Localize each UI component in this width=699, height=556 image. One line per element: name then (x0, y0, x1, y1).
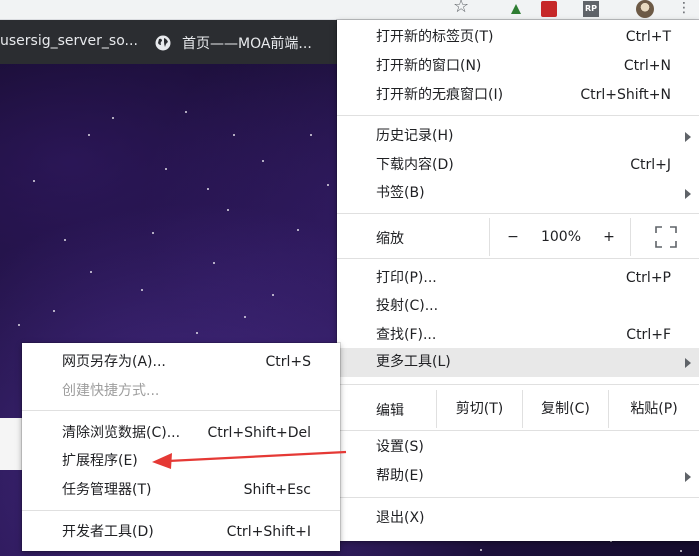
menu-item-label: 任务管理器(T) (62, 482, 152, 498)
menu-item-label: 创建快捷方式... (62, 383, 160, 399)
zoom-label: 缩放 (376, 231, 404, 247)
copy-button[interactable]: 复制(C) (522, 390, 608, 428)
paste-button[interactable]: 粘贴(P) (608, 390, 699, 428)
extension-icon[interactable] (508, 1, 524, 17)
submenu-arrow-icon (685, 472, 691, 482)
menu-item-label: 历史记录(H) (376, 128, 454, 144)
menu-item-shortcut: Ctrl+Shift+I (226, 524, 311, 540)
zoom-in-button[interactable]: + (586, 218, 632, 256)
menu-item-developer-tools[interactable]: 开发者工具(D) Ctrl+Shift+I (22, 518, 340, 547)
menu-zoom-row: 缩放 − 100% + (337, 218, 699, 256)
menu-item-label: 更多工具(L) (376, 354, 451, 370)
menu-item-label: 帮助(E) (376, 468, 424, 484)
menu-item-more-tools[interactable]: 更多工具(L) (337, 348, 699, 377)
menu-item-shortcut: Ctrl+J (630, 157, 671, 173)
menu-item-shortcut: Ctrl+N (623, 58, 671, 74)
bookmark-item[interactable]: usersig_server_so... (0, 33, 138, 49)
menu-item-help[interactable]: 帮助(E) (337, 462, 699, 491)
menu-item-label: 打开新的窗口(N) (376, 58, 482, 74)
menu-item-label: 下载内容(D) (376, 157, 454, 173)
menu-item-shortcut: Ctrl+F (626, 327, 671, 343)
cut-button[interactable]: 剪切(T) (436, 390, 522, 428)
menu-item-find[interactable]: 查找(F)... Ctrl+F (337, 321, 699, 350)
extension-icon[interactable] (541, 1, 557, 17)
menu-separator (337, 430, 699, 431)
menu-item-label: 投射(C)... (376, 298, 439, 314)
edit-label: 编辑 (376, 403, 404, 419)
menu-edit-row: 编辑 剪切(T) 复制(C) 粘贴(P) (337, 390, 699, 428)
menu-item-create-shortcut: 创建快捷方式... (22, 377, 340, 406)
menu-item-print[interactable]: 打印(P)... Ctrl+P (337, 264, 699, 293)
menu-item-label: 查找(F)... (376, 327, 437, 343)
bookmark-label: 首页——MOA前端... (182, 36, 312, 52)
menu-item-shortcut: Ctrl+S (265, 354, 311, 370)
menu-item-label: 网页另存为(A)... (62, 354, 166, 370)
menu-item-label: 书签(B) (376, 185, 425, 201)
menu-item-label: 扩展程序(E) (62, 453, 138, 469)
menu-item-extensions[interactable]: 扩展程序(E) (22, 447, 340, 476)
menu-item-label: 打开新的标签页(T) (376, 29, 494, 45)
more-tools-submenu: 网页另存为(A)... Ctrl+S 创建快捷方式... 清除浏览数据(C)..… (22, 343, 340, 551)
menu-item-shortcut: Ctrl+Shift+Del (207, 425, 311, 441)
menu-item-new-window[interactable]: 打开新的窗口(N) Ctrl+N (337, 52, 699, 81)
avatar[interactable] (636, 0, 654, 18)
menu-item-label: 设置(S) (376, 439, 424, 455)
bookmark-item[interactable]: 首页——MOA前端... (155, 33, 312, 53)
menu-separator (337, 384, 699, 385)
menu-item-label: 清除浏览数据(C)... (62, 425, 181, 441)
menu-item-shortcut: Shift+Esc (243, 482, 311, 498)
menu-item-new-tab[interactable]: 打开新的标签页(T) Ctrl+T (337, 23, 699, 52)
menu-item-cast[interactable]: 投射(C)... (337, 292, 699, 321)
menu-item-settings[interactable]: 设置(S) (337, 433, 699, 462)
menu-separator (22, 410, 340, 411)
menu-item-label: 打印(P)... (376, 270, 437, 286)
menu-separator (22, 510, 340, 511)
menu-item-downloads[interactable]: 下载内容(D) Ctrl+J (337, 151, 699, 180)
zoom-level: 100% (540, 229, 582, 245)
menu-separator (337, 115, 699, 116)
extension-icon[interactable]: RP (583, 1, 599, 17)
menu-item-clear-browsing-data[interactable]: 清除浏览数据(C)... Ctrl+Shift+Del (22, 419, 340, 448)
menu-item-label: 退出(X) (376, 510, 425, 526)
globe-icon (155, 35, 171, 51)
submenu-arrow-icon (685, 358, 691, 368)
menu-item-history[interactable]: 历史记录(H) (337, 122, 699, 151)
menu-item-bookmarks[interactable]: 书签(B) (337, 179, 699, 208)
zoom-controls: − 100% + (489, 218, 631, 256)
menu-item-shortcut: Ctrl+P (625, 270, 671, 286)
kebab-menu-icon[interactable]: ⋮ (677, 0, 691, 18)
zoom-out-button[interactable]: − (490, 218, 536, 256)
menu-item-label: 开发者工具(D) (62, 524, 154, 540)
page-content-strip (0, 418, 22, 470)
menu-separator (337, 213, 699, 214)
browser-main-menu: 打开新的标签页(T) Ctrl+T 打开新的窗口(N) Ctrl+N 打开新的无… (337, 20, 699, 541)
submenu-arrow-icon (685, 132, 691, 142)
menu-item-new-incognito-window[interactable]: 打开新的无痕窗口(I) Ctrl+Shift+N (337, 81, 699, 110)
menu-separator (337, 258, 699, 259)
menu-item-exit[interactable]: 退出(X) (337, 504, 699, 533)
menu-item-shortcut: Ctrl+Shift+N (580, 87, 671, 103)
browser-toolbar: ☆ RP ⋮ (0, 0, 699, 20)
menu-item-shortcut: Ctrl+T (625, 29, 671, 45)
menu-separator (337, 497, 699, 498)
fullscreen-icon[interactable] (655, 226, 677, 248)
menu-item-task-manager[interactable]: 任务管理器(T) Shift+Esc (22, 476, 340, 505)
menu-item-label: 打开新的无痕窗口(I) (376, 87, 504, 103)
menu-item-save-page-as[interactable]: 网页另存为(A)... Ctrl+S (22, 348, 340, 377)
star-icon[interactable]: ☆ (453, 0, 471, 16)
submenu-arrow-icon (685, 189, 691, 199)
